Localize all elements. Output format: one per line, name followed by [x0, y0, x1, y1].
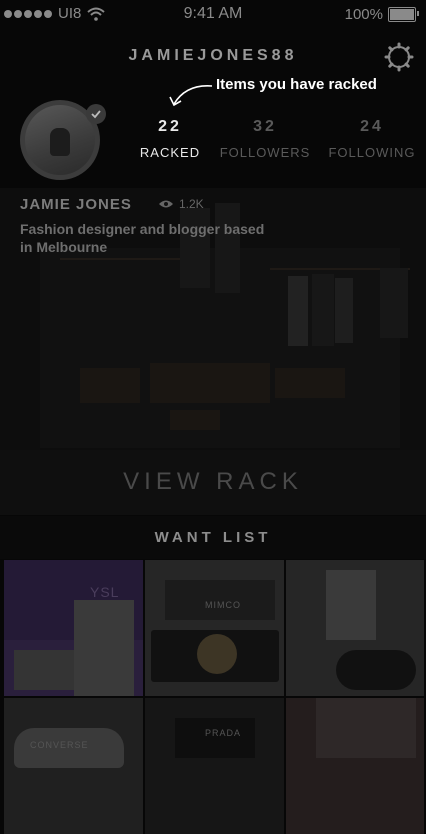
want-list-item[interactable]: MIMCO	[145, 560, 284, 696]
following-label: FOLLOWING	[328, 145, 416, 160]
following-count: 24	[360, 118, 384, 135]
want-list-item[interactable]	[286, 560, 424, 696]
racked-tooltip: Items you have racked	[216, 76, 377, 93]
want-list-item[interactable]	[286, 698, 424, 834]
want-list-item[interactable]: YSL	[4, 560, 143, 696]
profile-username: JAMIEJONES88	[128, 47, 298, 64]
want-list-title: WANT LIST	[154, 529, 272, 546]
profile-views: 1.2K	[158, 197, 204, 211]
followers-count: 32	[253, 118, 277, 135]
racked-label: RACKED	[139, 145, 201, 160]
item-brand: YSL	[90, 584, 120, 600]
profile-name: JAMIE JONES	[20, 196, 132, 213]
tooltip-arrow-icon	[169, 85, 213, 107]
want-list-item[interactable]: CONVERSE	[4, 698, 143, 834]
profile-bio: Fashion designer and blogger based in Me…	[20, 221, 265, 255]
battery-percentage: 100%	[344, 6, 383, 23]
want-list-item[interactable]: PRADA	[145, 698, 284, 834]
stat-followers[interactable]: 32 FOLLOWERS	[215, 118, 315, 160]
battery-icon	[388, 7, 419, 22]
racked-count: 22	[158, 118, 182, 135]
profile-avatar[interactable]	[20, 100, 106, 180]
want-list-grid: YSL MIMCO CONVERSE PRADA	[4, 560, 424, 834]
status-bar: UI8 9:41 AM 100%	[0, 0, 426, 30]
item-brand: CONVERSE	[30, 740, 89, 750]
gear-icon[interactable]	[384, 42, 414, 72]
followers-label: FOLLOWERS	[219, 145, 311, 160]
view-rack-button[interactable]: VIEW RACK	[0, 468, 426, 496]
eye-icon	[159, 200, 173, 208]
stat-racked[interactable]: 22 RACKED	[120, 118, 220, 160]
stat-following[interactable]: 24 FOLLOWING	[322, 118, 422, 160]
verified-check-icon	[86, 104, 106, 124]
item-brand: PRADA	[205, 728, 242, 738]
item-brand: MIMCO	[205, 600, 241, 610]
views-count: 1.2K	[179, 197, 204, 211]
